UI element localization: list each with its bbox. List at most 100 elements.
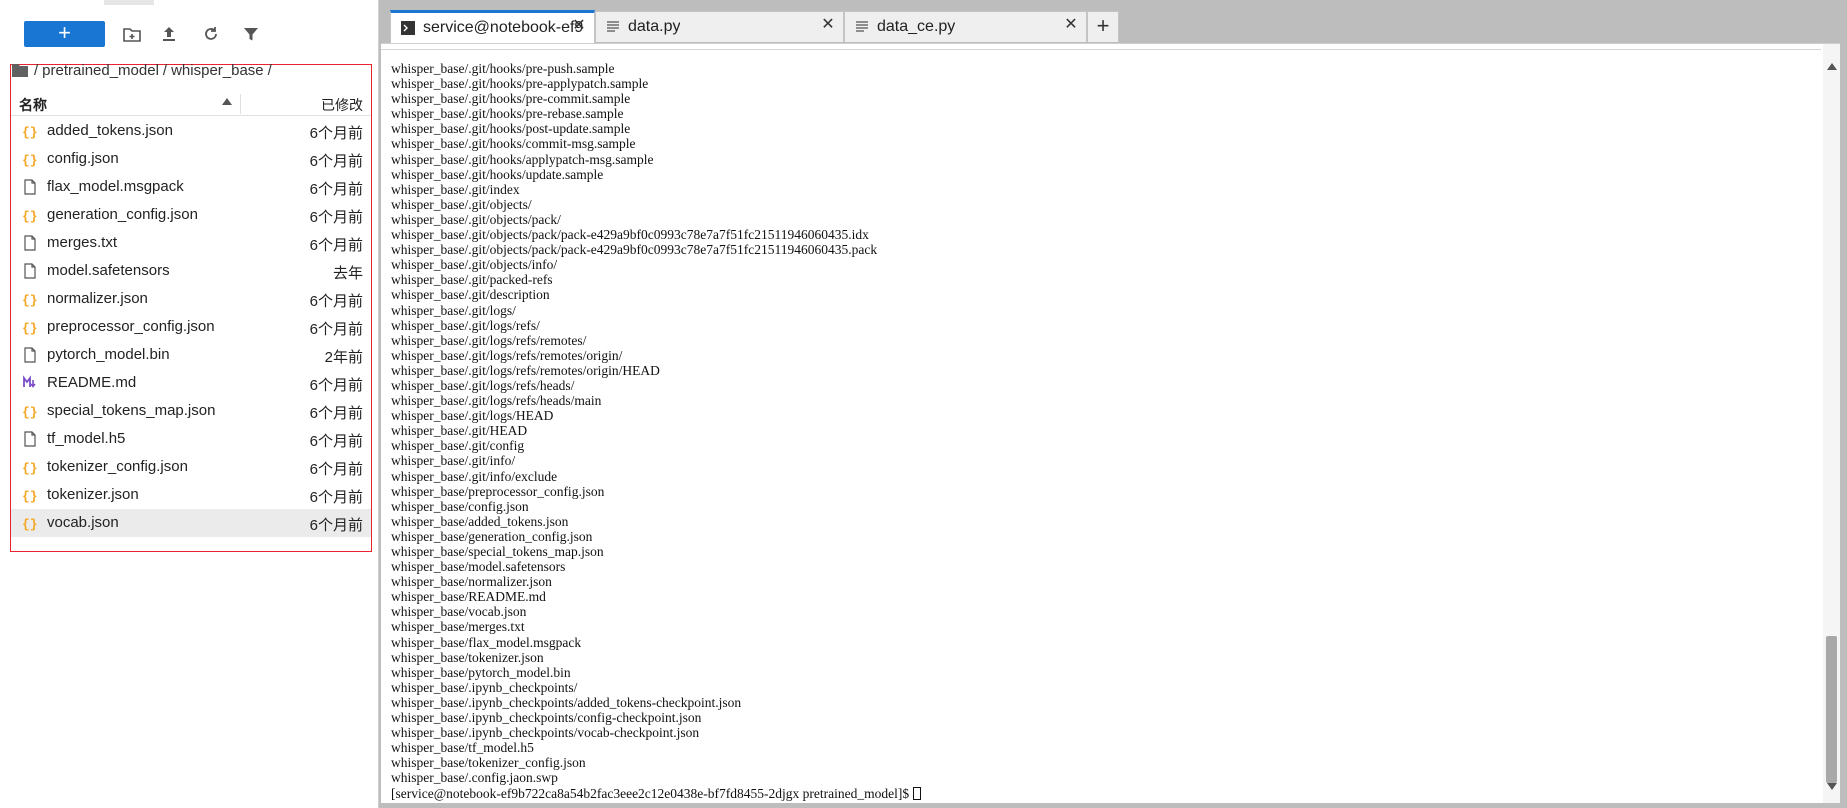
tab-data-py[interactable]: data.py ✕ xyxy=(595,11,844,42)
file-list: {} added_tokens.json 6个月前 {} config.json 6个月前… xyxy=(11,117,371,537)
terminal-line: whisper_base/.git/hooks/post-update.samp… xyxy=(391,121,631,137)
json-file-icon: {} xyxy=(22,291,38,307)
column-divider[interactable] xyxy=(240,94,241,114)
file-modified: 6个月前 xyxy=(309,125,363,142)
terminal-line: whisper_base/added_tokens.json xyxy=(391,513,569,529)
terminal-line: whisper_base/tokenizer.json xyxy=(391,649,544,665)
terminal-line: whisper_base/.git/logs/refs/heads/main xyxy=(391,393,602,409)
json-file-icon: {} xyxy=(22,403,38,419)
file-browser-toolbar: + xyxy=(0,14,379,50)
file-row[interactable]: {} tokenizer.json 6个月前 xyxy=(11,481,371,509)
new-launcher-button[interactable]: + xyxy=(24,21,105,47)
file-row[interactable]: pytorch_model.bin 2年前 xyxy=(11,341,371,369)
tab-terminal[interactable]: service@notebook-ef9b72 ✕ xyxy=(390,10,595,43)
terminal-line: whisper_base/.git/logs/refs/ xyxy=(391,317,540,333)
close-tab-icon[interactable]: ✕ xyxy=(572,18,586,34)
file-name: tokenizer_config.json xyxy=(47,458,188,475)
file-row[interactable]: README.md 6个月前 xyxy=(11,369,371,397)
svg-text:{}: {} xyxy=(22,321,38,335)
file-row[interactable]: {} added_tokens.json 6个月前 xyxy=(11,117,371,145)
terminal-prompt-line[interactable]: [service@notebook-ef9b722ca8a54b2fac3eee… xyxy=(391,786,1791,801)
text-file-icon xyxy=(855,20,869,34)
terminal-line: whisper_base/.ipynb_checkpoints/ xyxy=(391,679,578,695)
file-row[interactable]: {} preprocessor_config.json 6个月前 xyxy=(11,313,371,341)
file-modified: 6个月前 xyxy=(309,517,363,534)
file-name: tokenizer.json xyxy=(47,486,139,503)
terminal-line: whisper_base/.git/hooks/pre-commit.sampl… xyxy=(391,91,631,107)
file-name: preprocessor_config.json xyxy=(47,318,215,335)
tab-data-ce-py[interactable]: data_ce.py ✕ xyxy=(844,11,1087,42)
file-row[interactable]: tf_model.h5 6个月前 xyxy=(11,425,371,453)
sort-ascending-icon[interactable] xyxy=(222,98,232,105)
terminal-panel[interactable]: whisper_base/.git/hooks/pre-push.samplew… xyxy=(381,43,1840,804)
file-name: added_tokens.json xyxy=(47,122,173,139)
scroll-down-arrow-icon[interactable] xyxy=(1827,783,1837,790)
file-icon xyxy=(22,431,38,447)
file-row[interactable]: {} tokenizer_config.json 6个月前 xyxy=(11,453,371,481)
terminal-output[interactable]: whisper_base/.git/hooks/pre-push.samplew… xyxy=(391,61,1791,801)
terminal-line: whisper_base/.git/hooks/pre-push.sample xyxy=(391,61,615,76)
file-row[interactable]: {} generation_config.json 6个月前 xyxy=(11,201,371,229)
breadcrumb-item-whisper-base[interactable]: whisper_base xyxy=(171,62,264,79)
column-header-name[interactable]: 名称 xyxy=(19,95,47,115)
file-icon xyxy=(22,263,38,279)
folder-icon[interactable] xyxy=(12,63,28,77)
breadcrumb-separator: / xyxy=(267,61,272,79)
json-file-icon: {} xyxy=(22,459,38,475)
terminal-line: whisper_base/.ipynb_checkpoints/added_to… xyxy=(391,694,742,710)
add-tab-button[interactable]: + xyxy=(1087,11,1119,42)
terminal-line: whisper_base/normalizer.json xyxy=(391,574,552,590)
terminal-line: whisper_base/.git/logs/refs/heads/ xyxy=(391,377,575,393)
new-folder-icon[interactable] xyxy=(121,23,143,45)
file-row[interactable]: model.safetensors 去年 xyxy=(11,257,371,285)
svg-text:{}: {} xyxy=(22,517,38,531)
file-list-header: 名称 已修改 xyxy=(11,92,371,116)
file-row[interactable]: {} normalizer.json 6个月前 xyxy=(11,285,371,313)
terminal-line: whisper_base/special_tokens_map.json xyxy=(391,544,604,559)
file-name: flax_model.msgpack xyxy=(47,178,184,195)
filter-icon[interactable] xyxy=(240,23,262,45)
terminal-line: whisper_base/.git/HEAD xyxy=(391,423,528,439)
file-row[interactable]: merges.txt 6个月前 xyxy=(11,229,371,257)
scroll-up-arrow-icon[interactable] xyxy=(1827,63,1837,70)
file-row[interactable]: {} vocab.json 6个月前 xyxy=(11,509,371,537)
breadcrumb-root[interactable]: / xyxy=(34,62,38,79)
file-row[interactable]: {} config.json 6个月前 xyxy=(11,145,371,173)
breadcrumb-item-pretrained-model[interactable]: pretrained_model xyxy=(42,62,159,79)
json-file-icon: {} xyxy=(22,123,38,139)
markdown-file-icon xyxy=(22,375,38,391)
terminal-top-border xyxy=(381,49,1821,50)
terminal-line: whisper_base/.git/logs/HEAD xyxy=(391,408,554,424)
file-name: special_tokens_map.json xyxy=(47,402,216,419)
file-modified: 6个月前 xyxy=(309,237,363,254)
file-name: model.safetensors xyxy=(47,262,170,279)
file-modified: 6个月前 xyxy=(309,377,363,394)
terminal-line: whisper_base/.git/objects/ xyxy=(391,196,532,212)
file-modified: 6个月前 xyxy=(309,489,363,506)
file-name: README.md xyxy=(47,374,137,391)
file-modified: 6个月前 xyxy=(309,461,363,478)
close-tab-icon[interactable]: ✕ xyxy=(1064,17,1078,33)
file-modified: 6个月前 xyxy=(309,321,363,338)
file-row[interactable]: {} special_tokens_map.json 6个月前 xyxy=(11,397,371,425)
json-file-icon: {} xyxy=(22,319,38,335)
terminal-scrollbar[interactable] xyxy=(1823,44,1840,804)
file-browser-panel: + / pretrained_model / whisper_base / 名称… xyxy=(0,0,379,808)
tab-label: data.py xyxy=(628,18,681,35)
column-header-modified[interactable]: 已修改 xyxy=(321,95,363,115)
file-name: vocab.json xyxy=(47,514,119,531)
breadcrumb-separator: / xyxy=(162,61,168,79)
upload-icon[interactable] xyxy=(158,23,180,45)
main-area: service@notebook-ef9b72 ✕ data.py ✕ data… xyxy=(379,0,1847,808)
terminal-icon xyxy=(401,21,415,35)
close-tab-icon[interactable]: ✕ xyxy=(821,17,835,33)
terminal-line: whisper_base/.git/logs/refs/remotes/orig… xyxy=(391,347,623,363)
terminal-line: whisper_base/.config.jaon.swp xyxy=(391,770,558,786)
terminal-line: whisper_base/.git/info/exclude xyxy=(391,468,558,484)
terminal-line: whisper_base/.git/hooks/applypatch-msg.s… xyxy=(391,151,654,167)
svg-text:{}: {} xyxy=(22,293,38,307)
refresh-icon[interactable] xyxy=(200,23,222,45)
file-row[interactable]: flax_model.msgpack 6个月前 xyxy=(11,173,371,201)
breadcrumb: / pretrained_model / whisper_base / xyxy=(12,59,272,81)
scrollbar-thumb[interactable] xyxy=(1826,636,1837,783)
